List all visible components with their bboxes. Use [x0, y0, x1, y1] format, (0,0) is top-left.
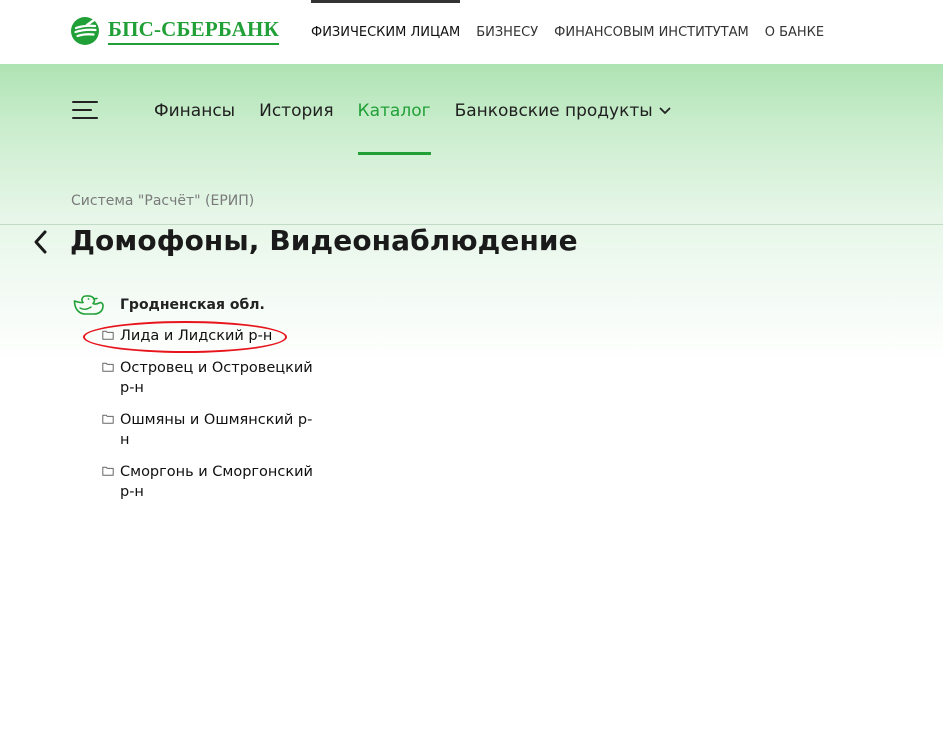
tree-item-label: Сморгонь и Сморгонский р-н — [120, 464, 313, 500]
main-nav-bank-products-label: Банковские продукты — [454, 101, 653, 121]
main-nav-catalog[interactable]: Каталог — [357, 92, 431, 155]
duck-icon — [73, 295, 104, 315]
chevron-left-icon[interactable] — [30, 228, 52, 256]
page: БПС-СБЕРБАНК ФИЗИЧЕСКИМ ЛИЦАМ БИЗНЕСУ ФИ… — [0, 0, 943, 730]
top-nav-financial-institutions[interactable]: ФИНАНСОВЫМ ИНСТИТУТАМ — [554, 0, 749, 64]
top-nav-about-bank[interactable]: О БАНКЕ — [765, 0, 824, 64]
folder-icon — [102, 362, 114, 372]
main-nav-history[interactable]: История — [259, 92, 333, 130]
breadcrumb[interactable]: Система "Расчёт" (ЕРИП) — [71, 193, 254, 209]
folder-icon — [102, 466, 114, 476]
tree-item-oshmyany[interactable]: Ошмяны и Ошмянский р-н — [102, 410, 332, 450]
top-nav: ФИЗИЧЕСКИМ ЛИЦАМ БИЗНЕСУ ФИНАНСОВЫМ ИНСТ… — [311, 0, 824, 64]
tree-region-label: Гродненская обл. — [120, 297, 265, 313]
top-nav-individuals[interactable]: ФИЗИЧЕСКИМ ЛИЦАМ — [311, 0, 461, 64]
logo[interactable]: БПС-СБЕРБАНК — [70, 14, 279, 48]
chevron-down-icon — [659, 107, 671, 114]
main-nav: Финансы История Каталог Банковские проду… — [154, 92, 671, 155]
main-nav-finance[interactable]: Финансы — [154, 92, 235, 130]
folder-icon — [102, 330, 114, 340]
sberbank-logo-icon — [71, 17, 99, 45]
tree-item-label: Островец и Островецкий р-н — [120, 360, 313, 396]
tree-item-smorgon[interactable]: Сморгонь и Сморгонский р-н — [102, 462, 332, 502]
page-title: Домофоны, Видеонаблюдение — [70, 224, 578, 257]
hamburger-menu-icon[interactable] — [72, 98, 102, 124]
tree-region[interactable]: Гродненская обл. — [72, 292, 265, 320]
tree-item-ostrovets[interactable]: Островец и Островецкий р-н — [102, 358, 332, 398]
tree-item-lida[interactable]: Лида и Лидский р-н — [102, 326, 332, 346]
main-nav-bank-products[interactable]: Банковские продукты — [455, 92, 671, 130]
top-nav-business[interactable]: БИЗНЕСУ — [476, 0, 538, 64]
folder-icon — [102, 414, 114, 424]
logo-text: БПС-СБЕРБАНК — [108, 17, 279, 45]
tree-item-label: Ошмяны и Ошмянский р-н — [120, 412, 313, 448]
tree-item-label: Лида и Лидский р-н — [120, 328, 273, 344]
top-bar: БПС-СБЕРБАНК ФИЗИЧЕСКИМ ЛИЦАМ БИЗНЕСУ ФИ… — [0, 0, 943, 64]
